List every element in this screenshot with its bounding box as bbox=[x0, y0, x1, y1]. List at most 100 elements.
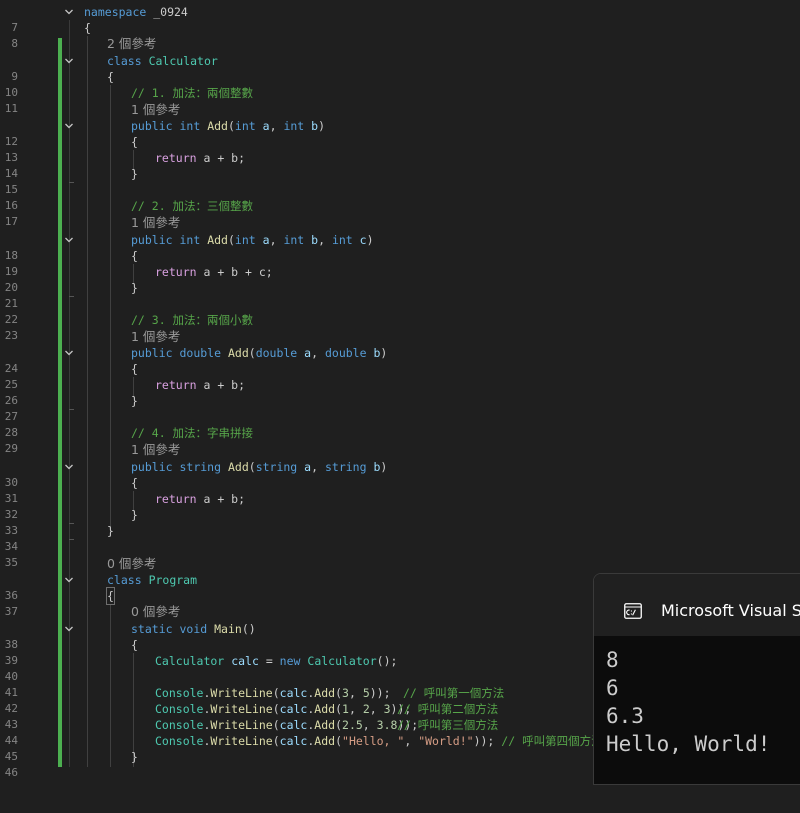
code-line[interactable]: 29 // 4. 加法：字串拼接 bbox=[0, 425, 800, 455]
punct: )); bbox=[369, 686, 391, 700]
punct: = bbox=[258, 654, 280, 668]
code-line[interactable]: 31 { bbox=[0, 475, 800, 505]
keyword: string bbox=[324, 460, 367, 474]
fold-chevron-icon[interactable] bbox=[64, 624, 74, 634]
brace: } bbox=[107, 524, 114, 538]
fold-chevron-icon[interactable] bbox=[64, 56, 74, 66]
param: a bbox=[262, 119, 270, 133]
keyword: int bbox=[331, 233, 353, 247]
fold-chevron-icon[interactable] bbox=[64, 348, 74, 358]
console-output-line: Hello, World! bbox=[606, 732, 771, 756]
code-lens-references[interactable]: 1 個參考 bbox=[131, 441, 180, 458]
fold-chevron-icon[interactable] bbox=[64, 235, 74, 245]
punct: , bbox=[318, 233, 332, 247]
code-line[interactable]: 35 bbox=[0, 539, 800, 569]
console-window[interactable]: Microsoft Visual Studio 8 6 6.3 Hello, W… bbox=[593, 573, 800, 785]
punct: , bbox=[369, 702, 384, 716]
code-line[interactable]: 12 public int Add(int a, int b) bbox=[0, 118, 800, 148]
code-line[interactable]: 7 namespace _0924 bbox=[0, 4, 800, 34]
comment: // 呼叫第二個方法 bbox=[397, 702, 499, 716]
type-name: Calculator bbox=[307, 654, 377, 668]
keyword: string bbox=[179, 460, 222, 474]
line-number: 8 bbox=[11, 37, 18, 50]
code-line[interactable]: 24 public double Add(double a, double b) bbox=[0, 345, 800, 375]
brace: } bbox=[131, 394, 138, 408]
code-line[interactable]: 18 public int Add(int a, int b, int c) bbox=[0, 232, 800, 262]
code-line[interactable]: 15 } bbox=[0, 166, 800, 196]
fold-chevron-icon[interactable] bbox=[64, 121, 74, 131]
code-line[interactable]: 26 return a + b; bbox=[0, 377, 800, 407]
punct: , bbox=[348, 686, 363, 700]
code-lens-references[interactable]: 0 個參考 bbox=[107, 555, 156, 572]
code-line[interactable]: 22 bbox=[0, 296, 800, 326]
punct: (); bbox=[376, 654, 398, 668]
expression: a + b; bbox=[196, 151, 246, 165]
code-line[interactable]: 25 { bbox=[0, 361, 800, 391]
keyword: int bbox=[283, 233, 305, 247]
type-name: Calculator bbox=[155, 654, 225, 668]
console-output-line: 6 bbox=[606, 676, 619, 700]
keyword: return bbox=[155, 151, 197, 165]
punct: ( bbox=[227, 233, 235, 247]
code-line[interactable]: 17 // 2. 加法：三個整數 bbox=[0, 198, 800, 228]
keyword: public bbox=[131, 460, 173, 474]
variable: calc bbox=[231, 654, 259, 668]
keyword: public bbox=[131, 233, 173, 247]
punct: , bbox=[362, 718, 377, 732]
code-line[interactable]: 27 } bbox=[0, 393, 800, 423]
keyword: static bbox=[131, 622, 173, 636]
type-name: Console bbox=[155, 718, 204, 732]
comment: // 呼叫第一個方法 bbox=[403, 686, 505, 700]
punct: , bbox=[311, 460, 325, 474]
punct: , bbox=[348, 702, 363, 716]
code-line[interactable]: 19 { bbox=[0, 248, 800, 278]
punct: ( bbox=[272, 734, 280, 748]
code-line[interactable]: 32 return a + b; bbox=[0, 491, 800, 521]
comment: // 呼叫第四個方法 bbox=[501, 734, 603, 748]
number: 3.8 bbox=[376, 718, 398, 732]
fold-chevron-icon[interactable] bbox=[64, 462, 74, 472]
keyword: int bbox=[179, 119, 201, 133]
code-line[interactable]: 13 { bbox=[0, 134, 800, 164]
keyword: return bbox=[155, 492, 197, 506]
code-lens-references[interactable]: 1 個參考 bbox=[131, 328, 180, 345]
punct: , bbox=[269, 119, 284, 133]
fold-chevron-icon[interactable] bbox=[64, 7, 74, 17]
number: 3 bbox=[342, 686, 349, 700]
brace: } bbox=[131, 508, 138, 522]
method-name: Add bbox=[314, 718, 336, 732]
punct: ( bbox=[272, 702, 280, 716]
punct: ) bbox=[366, 233, 374, 247]
punct: ) bbox=[380, 460, 388, 474]
fold-chevron-icon[interactable] bbox=[64, 575, 74, 585]
code-line[interactable]: 30 public string Add(string a, string b) bbox=[0, 459, 800, 489]
code-line[interactable]: 21 } bbox=[0, 280, 800, 310]
brace: { bbox=[131, 476, 138, 490]
code-line[interactable]: 11 // 1. 加法：兩個整數 bbox=[0, 85, 800, 115]
code-line[interactable]: 33 } bbox=[0, 507, 800, 537]
code-line[interactable]: 10 { bbox=[0, 69, 800, 99]
comment: // 2. 加法：三個整數 bbox=[131, 199, 254, 213]
method-name: Add bbox=[314, 686, 336, 700]
punct: ( bbox=[335, 702, 343, 716]
console-output-line: 8 bbox=[606, 648, 619, 672]
code-line[interactable]: 9 class Calculator bbox=[0, 53, 800, 83]
code-lens-references[interactable]: 2 個參考 bbox=[107, 35, 156, 52]
code-line[interactable]: 28 bbox=[0, 409, 800, 439]
method-name: WriteLine bbox=[210, 702, 273, 716]
code-lens-references[interactable]: 0 個參考 bbox=[131, 603, 180, 620]
code-line[interactable]: 20 return a + b + c; bbox=[0, 264, 800, 294]
code-line[interactable]: 16 bbox=[0, 182, 800, 212]
code-line[interactable]: 8 { bbox=[0, 20, 800, 50]
code-line[interactable]: 14 return a + b; bbox=[0, 150, 800, 180]
keyword: public bbox=[131, 119, 173, 133]
console-title: Microsoft Visual Studio bbox=[661, 601, 800, 620]
code-line[interactable]: 34 } bbox=[0, 523, 800, 553]
keyword: double bbox=[179, 346, 222, 360]
code-lens-references[interactable]: 1 個參考 bbox=[131, 101, 180, 118]
code-line[interactable]: 23 // 3. 加法：兩個小數 bbox=[0, 312, 800, 342]
code-lens-references[interactable]: 1 個參考 bbox=[131, 214, 180, 231]
punct: ) bbox=[318, 119, 326, 133]
line-number: 29 bbox=[4, 442, 18, 455]
console-title-bar[interactable]: Microsoft Visual Studio bbox=[594, 574, 800, 636]
